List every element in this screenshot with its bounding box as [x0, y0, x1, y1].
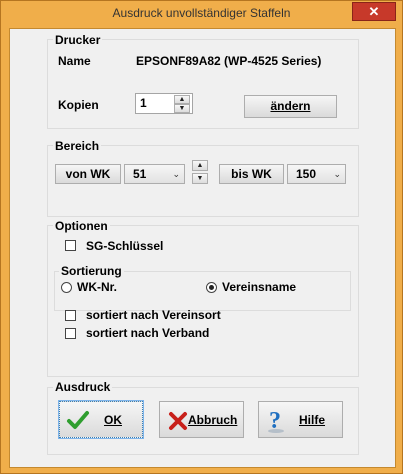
abbruch-label: Abbruch [188, 413, 238, 427]
sort-vereinsort-checkbox[interactable] [65, 310, 76, 321]
ausdruck-group-title: Ausdruck [53, 380, 113, 394]
bis-wk-value: 150 [296, 167, 317, 181]
kopien-value: 1 [140, 96, 147, 110]
von-wk-select[interactable]: 51 ⌄ [124, 164, 185, 184]
sort-verband-checkbox[interactable] [65, 328, 76, 339]
kopien-spin-up[interactable]: ▲ [174, 95, 190, 104]
sort-verband-label: sortiert nach Verband [86, 326, 210, 340]
chevron-down-icon: ⌄ [333, 169, 341, 179]
bis-wk-label: bis WK [231, 167, 272, 181]
bis-wk-button[interactable]: bis WK [219, 164, 284, 184]
chevron-down-icon: ⌄ [172, 169, 180, 179]
radio-wk-nr-label: WK-Nr. [77, 280, 117, 294]
sg-schluessel-label: SG-Schlüssel [86, 239, 164, 253]
von-wk-label: von WK [65, 167, 111, 181]
sg-schluessel-checkbox[interactable] [65, 240, 76, 251]
window-title: Ausdruck unvollständiger Staffeln [112, 6, 291, 20]
radio-vereinsname[interactable] [206, 282, 217, 293]
printer-name-value: EPSONF89A82 (WP-4525 Series) [136, 54, 322, 68]
sortierung-title: Sortierung [59, 264, 124, 278]
kopien-label: Kopien [58, 98, 99, 112]
dialog-window: Ausdruck unvollständiger Staffeln ✕ Druc… [0, 0, 403, 474]
range-spin-up[interactable]: ▲ [192, 160, 208, 171]
ok-button[interactable]: OK [58, 400, 144, 439]
von-wk-button[interactable]: von WK [55, 164, 121, 184]
hilfe-button[interactable]: ? Hilfe [258, 401, 343, 438]
close-button[interactable]: ✕ [352, 2, 396, 21]
sort-vereinsort-label: sortiert nach Vereinsort [86, 308, 221, 322]
printer-name-label: Name [58, 54, 91, 68]
range-spin-down[interactable]: ▼ [192, 173, 208, 184]
ok-label: OK [104, 413, 122, 427]
checkmark-icon [67, 411, 89, 429]
radio-wk-nr[interactable] [61, 282, 72, 293]
bis-wk-select[interactable]: 150 ⌄ [287, 164, 346, 184]
abbruch-button[interactable]: Abbruch [159, 401, 244, 438]
hilfe-label: Hilfe [299, 413, 326, 427]
optionen-group-title: Optionen [53, 219, 110, 233]
drucker-group-title: Drucker [53, 33, 103, 47]
bereich-group-title: Bereich [53, 139, 102, 153]
aendern-button[interactable]: ändern [244, 95, 337, 118]
von-wk-value: 51 [133, 167, 147, 181]
radio-vereinsname-label: Vereinsname [222, 280, 297, 294]
cancel-x-icon [169, 412, 187, 430]
kopien-spin-down[interactable]: ▼ [174, 104, 190, 113]
aendern-label: ändern [270, 99, 311, 113]
dialog-client-area: Drucker Name EPSONF89A82 (WP-4525 Series… [9, 28, 396, 468]
help-question-icon: ? [268, 408, 284, 434]
